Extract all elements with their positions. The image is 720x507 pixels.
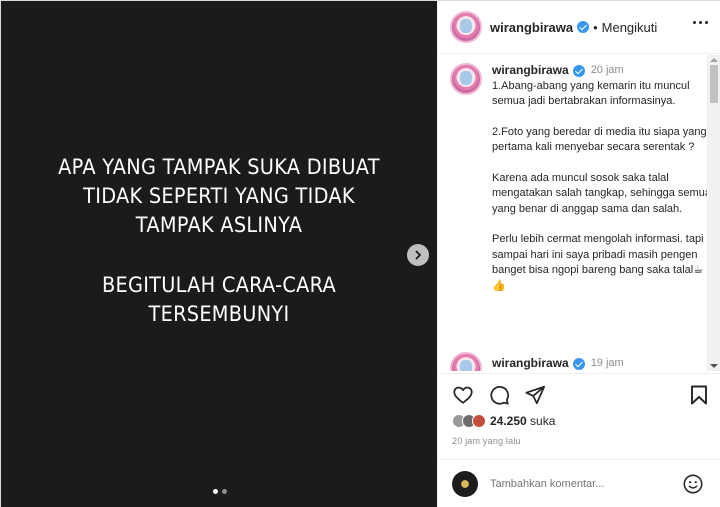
- comment-paragraph: Karena ada muncul sosok saka talal menga…: [492, 171, 711, 215]
- comments-list: wirangbirawa 20 jam 1.Abang-abang yang k…: [438, 55, 720, 371]
- separator-dot: •: [593, 19, 598, 35]
- media-line: BEGITULAH CARA-CARA: [101, 273, 337, 297]
- comment-time[interactable]: 19 jam: [591, 356, 624, 371]
- comment-paragraph: 2.Foto yang beredar di media itu siapa y…: [492, 125, 707, 154]
- scroll-up-arrow-icon[interactable]: [710, 58, 718, 62]
- comment-item: wirangbirawa 20 jam 1.Abang-abang yang k…: [450, 63, 714, 309]
- following-button[interactable]: Mengikuti: [602, 20, 658, 35]
- post-actions: 24.250 suka 20 jam yang lalu: [438, 373, 720, 453]
- bookmark-icon[interactable]: [690, 385, 708, 405]
- scroll-thumb[interactable]: [710, 65, 718, 103]
- comment-username[interactable]: wirangbirawa: [492, 63, 569, 79]
- comment-paragraph: Perlu lebih cermat mengolah informasi. t…: [492, 233, 704, 292]
- header-username[interactable]: wirangbirawa: [490, 20, 573, 35]
- media-text-bottom: BEGITULAH CARA-CARA TERSEMBUNYI: [18, 271, 419, 329]
- comment-body: wirangbirawa 19 jam: [492, 352, 714, 371]
- media-line: TIDAK SEPERTI YANG TIDAK: [83, 184, 355, 208]
- media-line: TERSEMBUNYI: [148, 302, 290, 326]
- add-comment-bar: [438, 459, 720, 507]
- comment-time[interactable]: 20 jam: [591, 63, 624, 79]
- likes-row[interactable]: 24.250 suka: [452, 414, 555, 428]
- carousel-indicator: [213, 489, 227, 494]
- media-line: TAMPAK ASLINYA: [135, 213, 303, 237]
- comments-scrollbar[interactable]: [707, 55, 720, 371]
- carousel-dot-active: [213, 489, 218, 494]
- likes-count: 24.250: [490, 414, 527, 428]
- verified-badge-icon: [577, 21, 590, 33]
- comment-icon[interactable]: [488, 384, 510, 406]
- post-media[interactable]: APA YANG TAMPAK SUKA DIBUAT TIDAK SEPERT…: [1, 1, 437, 507]
- comment-body: wirangbirawa 20 jam 1.Abang-abang yang k…: [492, 63, 714, 309]
- share-icon[interactable]: [524, 384, 546, 406]
- scroll-down-arrow-icon[interactable]: [710, 364, 718, 368]
- post-header: wirangbirawa • Mengikuti: [438, 1, 720, 54]
- post-time-ago[interactable]: 20 jam yang lalu: [452, 436, 521, 446]
- comment-username[interactable]: wirangbirawa: [492, 356, 569, 371]
- liker-avatar: [472, 414, 486, 428]
- media-line: APA YANG TAMPAK SUKA DIBUAT: [58, 155, 380, 179]
- more-options-icon[interactable]: [693, 21, 708, 24]
- comment-input[interactable]: [490, 478, 690, 490]
- likes-count-text[interactable]: 24.250 suka: [490, 414, 555, 428]
- chevron-right-icon: [415, 250, 421, 260]
- avatar[interactable]: [450, 63, 482, 95]
- verified-badge-icon: [572, 64, 585, 77]
- emoji-icon[interactable]: [682, 473, 704, 495]
- avatar[interactable]: [450, 11, 482, 43]
- heart-icon[interactable]: [452, 384, 474, 406]
- carousel-dot: [222, 489, 227, 494]
- media-text-top: APA YANG TAMPAK SUKA DIBUAT TIDAK SEPERT…: [18, 153, 419, 240]
- avatar: [452, 471, 478, 497]
- post-dialog: APA YANG TAMPAK SUKA DIBUAT TIDAK SEPERT…: [0, 0, 720, 507]
- verified-badge-icon: [572, 357, 585, 370]
- comment-item: wirangbirawa 19 jam: [450, 352, 714, 371]
- post-side-panel: wirangbirawa • Mengikuti wirangbirawa 20…: [437, 1, 720, 507]
- likes-suffix: suka: [530, 414, 556, 428]
- next-slide-button[interactable]: [407, 244, 429, 266]
- comment-paragraph: 1.Abang-abang yang kemarin itu muncul se…: [492, 79, 690, 108]
- avatar[interactable]: [450, 352, 482, 371]
